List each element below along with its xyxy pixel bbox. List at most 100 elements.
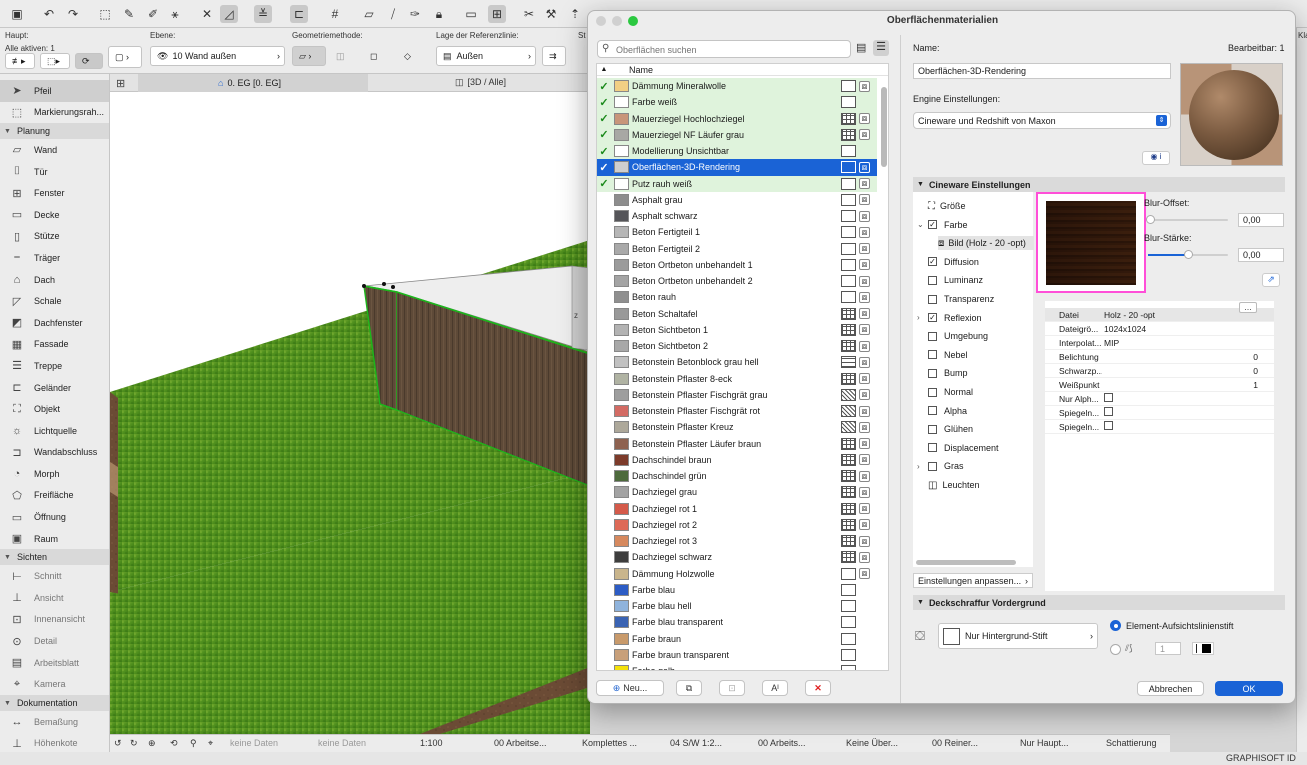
eyedropper-icon[interactable]: ✎ bbox=[120, 5, 138, 23]
list-view-icon[interactable]: ☰ bbox=[873, 40, 889, 56]
channel-checkbox[interactable] bbox=[928, 424, 937, 434]
section-dokumentation[interactable]: ▼ Dokumentation bbox=[0, 695, 109, 712]
property-row[interactable]: Spiegeln... bbox=[1045, 420, 1274, 434]
new-surface-button[interactable]: ⊕ Neu... bbox=[596, 680, 664, 696]
slider-knob[interactable] bbox=[1184, 250, 1193, 259]
channel-item[interactable]: Bump bbox=[928, 366, 968, 380]
channel-checkbox[interactable]: ✓ bbox=[928, 313, 937, 323]
channel-checkbox[interactable] bbox=[928, 406, 937, 416]
select-frame-icon[interactable]: ⊞ bbox=[488, 5, 506, 23]
status-keine-daten-1[interactable]: keine Daten bbox=[230, 738, 278, 748]
layer-selector[interactable]: ≢▸ bbox=[5, 53, 35, 69]
surface-search-field[interactable]: ⚲ bbox=[597, 40, 851, 58]
magic-wand-icon[interactable]: ⚹ bbox=[166, 5, 184, 23]
arrow-up-icon[interactable]: ⇡ bbox=[566, 5, 584, 23]
reference-line-dropdown[interactable]: ▤ Außen › bbox=[436, 46, 536, 66]
rotate-tool[interactable]: ⟳ bbox=[75, 53, 103, 69]
status-scale[interactable]: 1:100 bbox=[420, 738, 443, 748]
material-row[interactable]: ✓Farbe weiß⧈ bbox=[597, 94, 877, 111]
channel-item[interactable]: Displacement bbox=[928, 441, 999, 455]
property-row[interactable]: Spiegeln... bbox=[1045, 406, 1274, 420]
snap-icon[interactable]: ✕ bbox=[198, 5, 216, 23]
grid-icon[interactable]: # bbox=[326, 5, 344, 23]
favorite-check-icon[interactable]: ✓ bbox=[597, 96, 611, 109]
channel-item[interactable]: Nebel bbox=[928, 348, 968, 362]
tab-floor-plan[interactable]: ⌂ 0. EG [0. EG] bbox=[138, 74, 368, 92]
channel-checkbox[interactable] bbox=[928, 368, 937, 378]
cancel-button[interactable]: Abbrechen bbox=[1137, 681, 1204, 696]
channel-checkbox[interactable] bbox=[928, 350, 937, 360]
folder-view-icon[interactable]: ▤ bbox=[856, 41, 870, 55]
material-row[interactable]: Farbe blau⧈ bbox=[597, 582, 877, 598]
channel-item[interactable]: › Gras bbox=[917, 459, 964, 473]
zoom-icon[interactable]: ⊕ bbox=[148, 738, 156, 749]
chevron-right-icon[interactable]: › bbox=[917, 313, 920, 322]
slider-knob[interactable] bbox=[1146, 215, 1155, 224]
property-checkbox[interactable] bbox=[1104, 421, 1113, 430]
material-row[interactable]: Dämmung Holzwolle ⧈ bbox=[597, 566, 877, 582]
status-reiner[interactable]: 00 Reiner... bbox=[932, 738, 978, 748]
property-row[interactable]: Interpolat... MIP bbox=[1045, 336, 1274, 350]
adjust-settings-button[interactable]: Einstellungen anpassen... › bbox=[913, 573, 1033, 588]
material-row[interactable]: Beton Sichtbeton 2 ⧈ bbox=[597, 338, 877, 354]
pen-color-button[interactable] bbox=[1192, 642, 1214, 655]
channel-checkbox[interactable] bbox=[928, 331, 937, 341]
channel-item[interactable]: Alpha bbox=[928, 404, 967, 418]
chevron-down-icon[interactable]: ⌄ bbox=[917, 220, 924, 229]
channel-checkbox[interactable]: ✓ bbox=[928, 257, 937, 267]
tool-item[interactable]: ⊡ Innenansicht bbox=[0, 609, 109, 631]
radio-element-pen[interactable] bbox=[1110, 620, 1121, 631]
layer-dropdown[interactable]: 👁︎ 10 Wand außen › bbox=[150, 46, 285, 66]
blur-offset-slider[interactable] bbox=[1146, 215, 1228, 224]
tool-arrow[interactable]: ➤ Pfeil bbox=[0, 80, 109, 102]
splitter[interactable] bbox=[900, 35, 901, 703]
channel-scrollbar[interactable] bbox=[916, 560, 1016, 565]
status-keine-ueber[interactable]: Keine Über... bbox=[846, 738, 898, 748]
material-row[interactable]: ✓ Putz rauh weiß ⧈ bbox=[597, 175, 877, 192]
status-stift[interactable]: 04 S/W 1:2... bbox=[670, 738, 722, 748]
material-row[interactable]: Dachziegel grau ⧈ bbox=[597, 484, 877, 500]
material-row[interactable]: Beton Fertigteil 1 ⧈ bbox=[597, 224, 877, 240]
status-keine-daten-2[interactable]: keine Daten bbox=[318, 738, 366, 748]
deckschraffur-section-header[interactable]: ▼ Deckschraffur Vordergrund bbox=[913, 595, 1285, 610]
material-row[interactable]: Asphalt grau ⧈ bbox=[597, 192, 877, 208]
wall-shape-selector[interactable]: ▢ › bbox=[108, 46, 142, 68]
material-row[interactable]: Dachziegel rot 2 ⧈ bbox=[597, 517, 877, 533]
guideline-icon[interactable]: ≚ bbox=[254, 5, 272, 23]
property-row[interactable]: Belichtung 0 bbox=[1045, 350, 1274, 364]
tool-item[interactable]: ⊐ Wandabschluss bbox=[0, 442, 109, 464]
favorite-check-icon[interactable]: ✓ bbox=[597, 145, 611, 158]
list-header[interactable]: ▲ Name bbox=[597, 64, 888, 76]
delete-button[interactable]: ✕ bbox=[805, 680, 831, 696]
property-row[interactable]: Weißpunkt 1 bbox=[1045, 378, 1274, 392]
channel-checkbox[interactable] bbox=[928, 275, 937, 285]
save-icon[interactable]: ▣ bbox=[8, 5, 26, 23]
channel-item[interactable]: Luminanz bbox=[928, 273, 983, 287]
channel-checkbox[interactable] bbox=[928, 443, 937, 453]
channel-checkbox[interactable] bbox=[928, 387, 937, 397]
material-row[interactable]: Beton Sichtbeton 1 ⧈ bbox=[597, 322, 877, 338]
reference-offset-button[interactable]: ⇉ bbox=[542, 46, 566, 66]
tool-item[interactable]: ↔ Bemaßung bbox=[0, 711, 109, 733]
section-planung[interactable]: ▼ Planung bbox=[0, 123, 109, 140]
cineware-info-button[interactable]: ◉ i bbox=[1142, 151, 1170, 165]
window-icon[interactable]: ▭ bbox=[462, 5, 480, 23]
favorite-check-icon[interactable]: ✓ bbox=[597, 161, 611, 174]
tool-item[interactable]: ▣ Raum bbox=[0, 528, 109, 550]
ok-button[interactable]: OK bbox=[1215, 681, 1283, 696]
filter-selector[interactable]: ⬚▸ bbox=[40, 53, 70, 69]
material-row[interactable]: Dachschindel braun ⧈ bbox=[597, 452, 877, 468]
tool-item[interactable]: ▤ Arbeitsblatt bbox=[0, 652, 109, 674]
material-row[interactable]: Dachschindel grün ⧈ bbox=[597, 468, 877, 484]
blur-strength-slider[interactable] bbox=[1148, 250, 1228, 259]
status-komplettes[interactable]: Komplettes ... bbox=[582, 738, 637, 748]
material-row[interactable]: ✓Modellierung Unsichtbar⧈ bbox=[597, 143, 877, 160]
tool-item[interactable]: ☼ Lichtquelle bbox=[0, 420, 109, 442]
tool-item[interactable]: ▦ Fassade bbox=[0, 334, 109, 356]
property-checkbox[interactable] bbox=[1104, 407, 1113, 416]
channel-checkbox[interactable]: ✓ bbox=[928, 220, 937, 230]
channel-item[interactable]: ◫ Leuchten bbox=[928, 478, 980, 492]
channel-item[interactable]: Glühen bbox=[928, 422, 973, 436]
material-row[interactable]: Beton Ortbeton unbehandelt 2 ⧈ bbox=[597, 273, 877, 289]
blur-strength-input[interactable]: 0,00 bbox=[1238, 248, 1284, 262]
